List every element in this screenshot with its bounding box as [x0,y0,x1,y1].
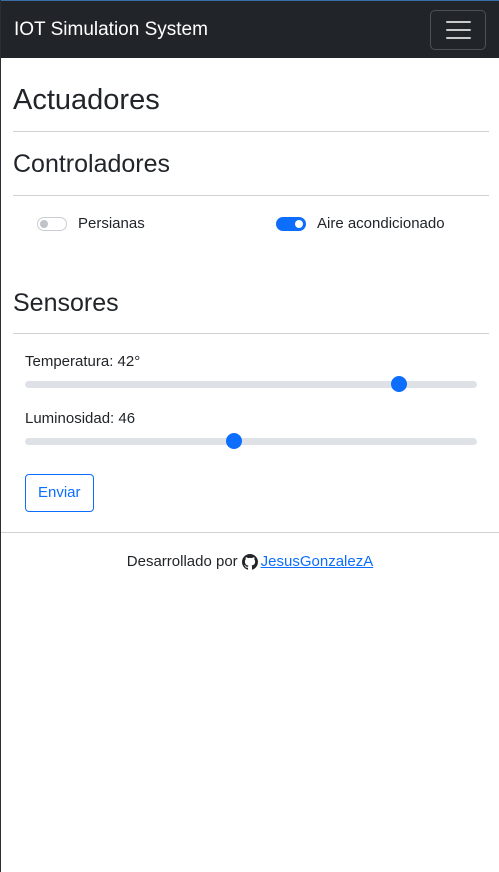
slider-thumb[interactable] [391,376,408,392]
menu-toggle-button[interactable] [430,9,486,50]
navbar: IOT Simulation System [1,0,499,58]
luminosity-sensor: Luminosidad: 46 [13,395,489,452]
controllers-heading: Controladores [13,150,171,178]
submit-button[interactable]: Enviar [25,474,94,512]
slider-thumb[interactable] [225,433,242,449]
switch-label: Persianas [78,215,145,232]
footer-text: Desarrollado por [126,553,238,570]
luminosity-label: Luminosidad: 46 [25,410,136,427]
hamburger-icon [445,20,471,23]
main-content: Actuadores Controladores Persianas Aire … [1,58,499,512]
github-icon [241,553,258,570]
footer: Desarrollado por JesusGonzalezA [1,533,499,570]
sensors-heading: Sensores [13,289,119,317]
toggle-switch[interactable] [276,216,306,231]
switch-persianas[interactable]: Persianas [37,215,145,232]
temperature-slider[interactable] [25,373,477,395]
luminosity-slider[interactable] [25,430,477,452]
author-link[interactable]: JesusGonzalezA [261,553,374,570]
switch-label: Aire acondicionado [317,215,445,232]
temperature-sensor: Temperatura: 42° [13,334,489,395]
toggle-switch[interactable] [37,216,67,231]
page-title: Actuadores [13,84,160,116]
temperature-label: Temperatura: 42° [25,353,141,370]
switch-aire-acondicionado[interactable]: Aire acondicionado [276,215,445,232]
brand-title[interactable]: IOT Simulation System [14,19,208,41]
controllers-switches: Persianas Aire acondicionado [13,196,489,252]
